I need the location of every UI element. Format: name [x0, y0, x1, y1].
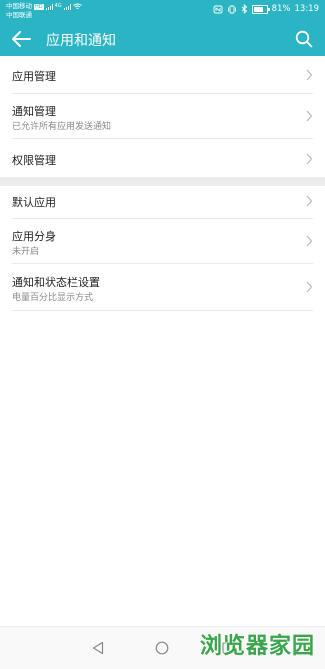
list-item-permission-management[interactable]: 权限管理 — [12, 139, 313, 177]
page-title: 应用和通知 — [46, 33, 116, 49]
carrier-info: 中国移动 HD 4G 中国联通 — [6, 2, 82, 20]
list-item-subtitle: 未开启 — [12, 247, 40, 257]
nfc-icon — [213, 5, 223, 13]
chevron-right-icon — [306, 153, 313, 165]
nav-back-icon[interactable] — [92, 641, 104, 655]
list-item-title: 应用分身 — [12, 230, 56, 243]
hd-badge: HD — [34, 3, 44, 10]
signal-icon-2 — [63, 3, 71, 10]
chevron-right-icon — [306, 69, 313, 81]
settings-group-1: 应用管理 通知管理 已允许所有应用发送通知 权限管理 — [0, 56, 325, 177]
list-item-title: 通知和状态栏设置 — [12, 276, 100, 289]
chevron-right-icon — [306, 281, 313, 293]
carrier-2: 中国联通 — [6, 11, 32, 19]
list-item-title: 通知管理 — [12, 105, 56, 118]
search-icon[interactable] — [295, 30, 313, 48]
status-bar: 中国移动 HD 4G 中国联通 81% 13:19 — [0, 0, 325, 22]
back-arrow-icon[interactable] — [10, 29, 32, 49]
app-bar: 应用和通知 — [0, 22, 325, 56]
clock: 13:19 — [294, 4, 320, 14]
list-item-title: 权限管理 — [12, 154, 56, 167]
list-item-title: 应用管理 — [12, 70, 56, 83]
section-divider — [0, 177, 325, 186]
bluetooth-icon — [241, 4, 247, 14]
wifi-icon — [72, 3, 82, 9]
network-type: 4G — [54, 3, 62, 9]
signal-icon — [45, 3, 53, 10]
vibrate-icon — [227, 5, 236, 13]
chevron-right-icon — [306, 235, 313, 247]
list-item-app-twin[interactable]: 应用分身 未开启 — [12, 219, 313, 264]
list-item-subtitle: 电量百分比显示方式 — [12, 293, 94, 303]
list-item-default-apps[interactable]: 默认应用 — [12, 186, 313, 219]
battery-percent: 81% — [271, 4, 291, 14]
list-item-subtitle: 已允许所有应用发送通知 — [12, 122, 112, 132]
list-item-app-management[interactable]: 应用管理 — [12, 56, 313, 94]
list-item-notification-management[interactable]: 通知管理 已允许所有应用发送通知 — [12, 94, 313, 139]
watermark: 浏览器家园 — [199, 633, 315, 659]
settings-group-2: 默认应用 应用分身 未开启 通知和状态栏设置 电量百分比显示方式 — [0, 186, 325, 626]
chevron-right-icon — [306, 110, 313, 122]
nav-home-icon[interactable] — [155, 641, 169, 655]
list-item-notification-statusbar-settings[interactable]: 通知和状态栏设置 电量百分比显示方式 — [12, 264, 313, 311]
list-item-title: 默认应用 — [12, 196, 56, 209]
chevron-right-icon — [306, 195, 313, 207]
battery-icon — [251, 4, 270, 14]
carrier-1: 中国移动 — [6, 2, 32, 10]
